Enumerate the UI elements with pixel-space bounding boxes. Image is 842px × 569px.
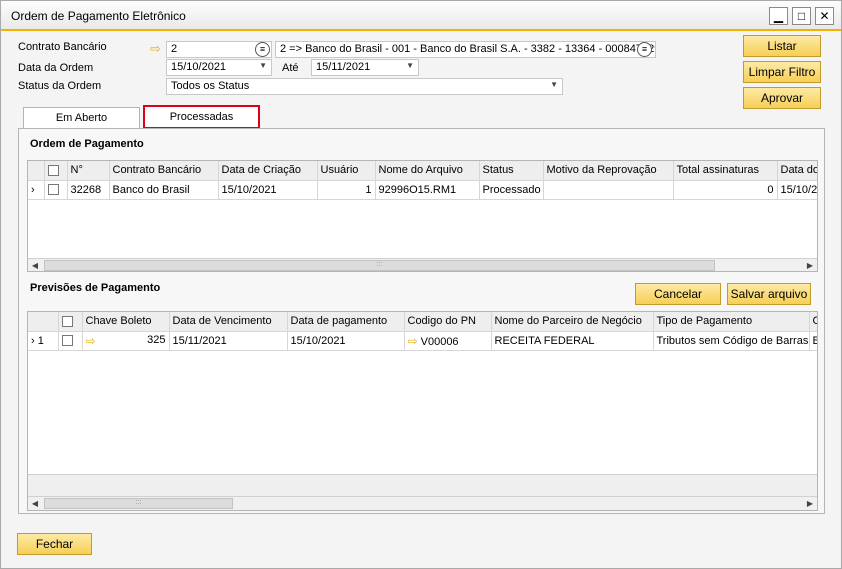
data-ordem-label: Data da Ordem — [18, 62, 94, 74]
cell-n: 32268 — [67, 180, 110, 200]
cancelar-button[interactable]: Cancelar — [635, 283, 721, 305]
cell-data-criacao: 15/10/2021 — [218, 180, 318, 200]
table-row[interactable]: › 1 ⇨ 325 15/11/2021 15/10/2021 ⇨ V00006… — [28, 331, 817, 351]
column-header[interactable]: Usuário — [317, 161, 376, 181]
row-checkbox[interactable] — [58, 331, 83, 351]
select-all-checkbox[interactable] — [58, 312, 83, 332]
cell-chave-boleto[interactable]: ⇨ 325 — [82, 331, 170, 351]
codigo-pn-value: V00006 — [420, 335, 459, 348]
scroll-thumb[interactable]: ::: — [44, 260, 715, 271]
cell-motivo — [543, 180, 674, 200]
row-checkbox[interactable] — [44, 180, 68, 200]
scroll-left-icon[interactable]: ◀ — [28, 497, 42, 510]
cell-pagamento: 15/10/2021 — [287, 331, 405, 351]
column-header[interactable]: Tipo de Pagamento — [653, 312, 810, 332]
column-header[interactable]: N° — [67, 161, 110, 181]
cell-c: Ba — [809, 331, 817, 351]
limpar-filtro-button[interactable]: Limpar Filtro — [743, 61, 821, 83]
column-header[interactable]: Motivo da Reprovação — [543, 161, 674, 181]
status-ordem-label: Status da Ordem — [18, 80, 102, 92]
column-header — [28, 161, 45, 181]
data-to-value: 15/11/2021 — [316, 61, 371, 73]
scroll-thumb[interactable]: ::: — [44, 498, 233, 509]
status-value: Todos os Status — [171, 80, 250, 92]
link-arrow-icon[interactable]: ⇨ — [408, 334, 418, 348]
ordem-horizontal-scrollbar[interactable]: ◀ ::: ▶ — [28, 258, 817, 271]
ordem-pagamento-window: Ordem de Pagamento Eletrônico ▁ □ ✕ Cont… — [0, 0, 842, 569]
cell-data-do: 15/10/2 — [777, 180, 817, 200]
column-header[interactable]: Contrato Bancário — [109, 161, 219, 181]
link-arrow-icon[interactable]: ⇨ — [150, 41, 161, 57]
column-header[interactable]: Total assinaturas — [673, 161, 778, 181]
minimize-button[interactable]: ▁ — [769, 7, 788, 25]
column-header[interactable]: Nome do Parceiro de Negócio — [491, 312, 654, 332]
previsoes-footer-row — [28, 474, 817, 496]
data-to-input[interactable]: 15/11/2021 ▼ — [311, 59, 419, 76]
column-header[interactable]: Chave Boleto — [82, 312, 170, 332]
ordem-grid: N° Contrato Bancário Data de Criação Usu… — [27, 160, 818, 272]
choose-from-list-icon[interactable]: ≡ — [637, 42, 652, 57]
cell-parceiro: RECEITA FEDERAL — [491, 331, 654, 351]
cell-tipo-pagamento: Tributos sem Código de Barras — [653, 331, 810, 351]
cell-usuario: 1 — [317, 180, 376, 200]
column-header[interactable]: Data de Criação — [218, 161, 318, 181]
status-select[interactable]: Todos os Status ▼ — [166, 78, 563, 95]
column-header[interactable]: Data de pagamento — [287, 312, 405, 332]
listar-button[interactable]: Listar — [743, 35, 821, 57]
dropdown-arrow-icon[interactable]: ▼ — [259, 61, 267, 70]
cell-status: Processado — [479, 180, 544, 200]
salvar-arquivo-button[interactable]: Salvar arquivo — [727, 283, 811, 305]
dropdown-arrow-icon[interactable]: ▼ — [406, 61, 414, 70]
row-marker[interactable]: › 1 — [28, 331, 59, 351]
choose-from-list-icon[interactable]: ≡ — [255, 42, 270, 57]
contrato-description-field: 2 => Banco do Brasil - 001 - Banco do Br… — [275, 41, 656, 58]
cell-vencimento: 15/11/2021 — [169, 331, 288, 351]
link-arrow-icon[interactable]: ⇨ — [86, 334, 96, 348]
ordem-table: N° Contrato Bancário Data de Criação Usu… — [28, 161, 817, 200]
maximize-button[interactable]: □ — [792, 7, 811, 25]
ordem-header-row: N° Contrato Bancário Data de Criação Usu… — [28, 161, 817, 181]
previsoes-grid: Chave Boleto Data de Vencimento Data de … — [27, 311, 818, 511]
scroll-right-icon[interactable]: ▶ — [803, 497, 817, 510]
column-header[interactable]: Status — [479, 161, 544, 181]
column-header — [28, 312, 59, 332]
previsoes-section-title: Previsões de Pagamento — [30, 282, 161, 294]
window-title: Ordem de Pagamento Eletrônico — [11, 9, 186, 23]
select-all-checkbox[interactable] — [44, 161, 68, 181]
title-bar: Ordem de Pagamento Eletrônico ▁ □ ✕ — [1, 1, 841, 31]
tab-em-aberto[interactable]: Em Aberto — [23, 107, 140, 129]
previsoes-horizontal-scrollbar[interactable]: ◀ ::: ▶ — [28, 496, 817, 510]
ordem-section-title: Ordem de Pagamento — [30, 138, 144, 150]
data-from-value: 15/10/2021 — [171, 61, 227, 73]
cell-contrato: Banco do Brasil — [109, 180, 219, 200]
column-header[interactable]: Data de Vencimento — [169, 312, 288, 332]
previsoes-table: Chave Boleto Data de Vencimento Data de … — [28, 312, 817, 351]
table-row[interactable]: › 32268 Banco do Brasil 15/10/2021 1 929… — [28, 180, 817, 200]
scroll-left-icon[interactable]: ◀ — [28, 259, 42, 271]
cell-arquivo: 92996O15.RM1 — [375, 180, 480, 200]
tab-processadas[interactable]: Processadas — [143, 105, 260, 129]
tab-panel: Ordem de Pagamento N° Contrato Bancário … — [18, 128, 825, 514]
column-header[interactable]: Codigo do PN — [404, 312, 492, 332]
dropdown-arrow-icon[interactable]: ▼ — [550, 80, 558, 89]
data-from-input[interactable]: 15/10/2021 ▼ — [166, 59, 272, 76]
column-header[interactable]: Data do — [777, 161, 817, 181]
chave-boleto-value: 325 — [147, 333, 166, 346]
row-marker[interactable]: › — [28, 180, 45, 200]
aprovar-button[interactable]: Aprovar — [743, 87, 821, 109]
cell-codigo-pn[interactable]: ⇨ V00006 — [404, 331, 492, 351]
fechar-button[interactable]: Fechar — [17, 533, 92, 555]
scroll-right-icon[interactable]: ▶ — [803, 259, 817, 271]
close-button[interactable]: ✕ — [815, 7, 834, 25]
column-header[interactable]: C — [809, 312, 817, 332]
cell-total-assinaturas: 0 — [673, 180, 778, 200]
previsoes-header-row: Chave Boleto Data de Vencimento Data de … — [28, 312, 817, 332]
column-header[interactable]: Nome do Arquivo — [375, 161, 480, 181]
ate-label: Até — [282, 62, 299, 74]
contrato-label: Contrato Bancário — [18, 41, 107, 53]
